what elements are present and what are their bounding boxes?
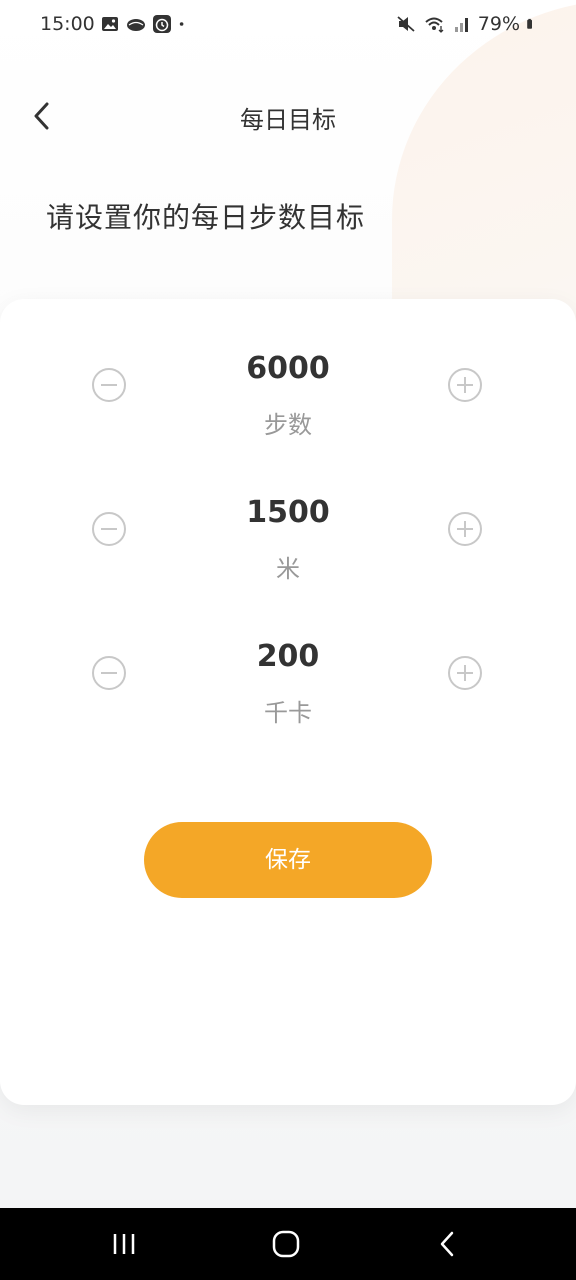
increase-distance-button[interactable] bbox=[447, 511, 483, 547]
goals-card: 6000 步数 1500 米 200 千卡 bbox=[0, 299, 576, 1105]
goal-row-calories: 200 千卡 bbox=[0, 639, 576, 749]
increase-steps-button[interactable] bbox=[447, 367, 483, 403]
steps-value: 6000 bbox=[246, 351, 330, 386]
mute-icon bbox=[397, 16, 415, 32]
page-title: 每日目标 bbox=[240, 106, 336, 134]
status-icons-right: 79% bbox=[396, 13, 538, 35]
goal-row-distance: 1500 米 bbox=[0, 495, 576, 605]
back-nav-icon[interactable] bbox=[432, 1228, 464, 1260]
wifi-icon bbox=[425, 17, 444, 33]
alarm-icon bbox=[153, 15, 171, 33]
increase-calories-button[interactable] bbox=[447, 655, 483, 691]
status-time: 15:00 bbox=[40, 13, 95, 35]
screen: 15:00 79% 每日目标 请设置你的每日步数目标 6000 步数 1500 … bbox=[0, 0, 576, 1280]
calories-value: 200 bbox=[256, 639, 320, 674]
distance-unit: 米 bbox=[276, 555, 300, 583]
save-button[interactable]: 保存 bbox=[144, 822, 432, 898]
image-icon bbox=[102, 17, 118, 31]
calories-unit: 千卡 bbox=[264, 699, 312, 727]
leaf-icon bbox=[127, 19, 145, 31]
home-icon[interactable] bbox=[270, 1228, 302, 1260]
recent-apps-icon[interactable] bbox=[108, 1228, 140, 1260]
system-nav-bar bbox=[0, 1208, 576, 1280]
steps-unit: 步数 bbox=[264, 411, 312, 439]
goal-heading: 请设置你的每日步数目标 bbox=[46, 201, 366, 234]
status-bar: 15:00 79% bbox=[0, 0, 576, 48]
dot-icon bbox=[179, 22, 184, 26]
status-icons-left bbox=[100, 14, 190, 34]
goal-row-steps: 6000 步数 bbox=[0, 351, 576, 461]
battery-icon bbox=[527, 18, 532, 29]
battery-percentage: 79% bbox=[477, 13, 520, 35]
signal-icon bbox=[454, 18, 468, 32]
distance-value: 1500 bbox=[246, 495, 330, 530]
